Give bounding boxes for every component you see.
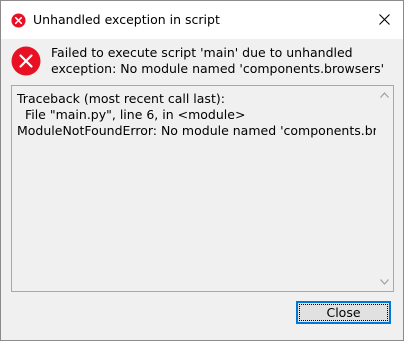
traceback-box[interactable]: Traceback (most recent call last): File … bbox=[11, 85, 394, 292]
dialog-content: Failed to execute script 'main' due to u… bbox=[1, 39, 403, 340]
error-icon bbox=[11, 46, 41, 76]
button-row: Close bbox=[1, 291, 403, 340]
window-title: Unhandled exception in script bbox=[33, 12, 220, 27]
scroll-down-arrow-icon[interactable] bbox=[380, 279, 389, 285]
close-button[interactable]: Close bbox=[296, 301, 391, 324]
close-icon bbox=[379, 14, 390, 25]
traceback-text[interactable]: Traceback (most recent call last): File … bbox=[17, 91, 393, 139]
error-message: Failed to execute script 'main' due to u… bbox=[51, 45, 385, 76]
close-window-button[interactable] bbox=[366, 5, 403, 35]
vertical-scrollbar[interactable] bbox=[376, 86, 393, 291]
scroll-up-arrow-icon[interactable] bbox=[380, 92, 389, 98]
error-dialog: Unhandled exception in script Failed to … bbox=[0, 0, 404, 341]
error-icon bbox=[11, 13, 26, 28]
title-bar[interactable]: Unhandled exception in script bbox=[1, 1, 403, 39]
